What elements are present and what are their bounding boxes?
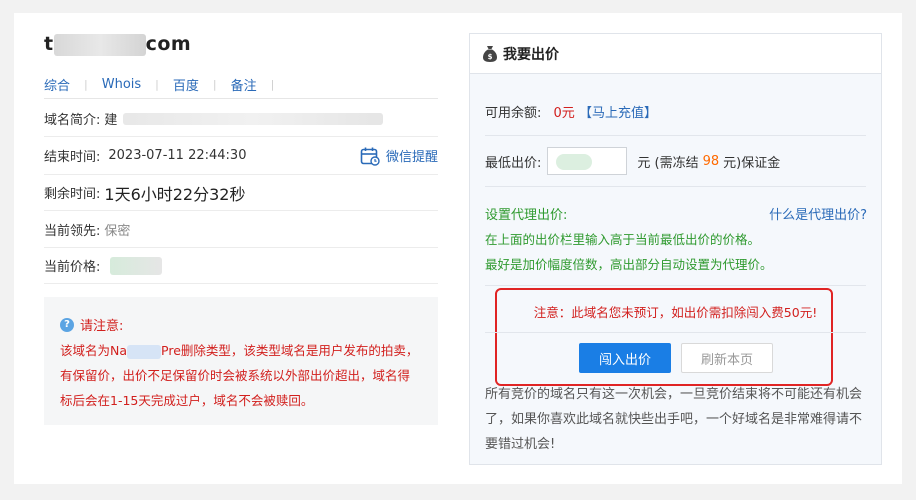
min-bid-line: 最低出价: 元 (需冻结 98 元)保证金 xyxy=(485,146,866,176)
notice-title: 请注意: xyxy=(80,319,124,334)
tab-overview[interactable]: 综合 xyxy=(44,75,70,94)
intro-label: 域名简介: xyxy=(44,113,101,128)
proxy-help-link[interactable]: 什么是代理出价? xyxy=(769,204,867,223)
bid-amount-input[interactable] xyxy=(547,147,628,175)
balance-label: 可用余额: xyxy=(485,106,542,121)
bid-panel: $ 我要出价 可用余额: 0元 【马上充值】 最低出价: 元 (需冻结 98 元… xyxy=(469,33,882,465)
wechat-reminder-button[interactable]: 微信提醒 xyxy=(360,146,438,166)
intro-value: 建 xyxy=(104,113,118,128)
row-leader: 当前领先: 保密 xyxy=(44,211,438,248)
balance-line: 可用余额: 0元 【马上充值】 xyxy=(485,102,866,121)
domain-tabs: 综合 | Whois | 百度 | 备注 | xyxy=(44,71,438,99)
auction-description: 所有竞价的域名只有这一次机会，一旦竞价结束将不可能还有机会了，如果你喜欢此域名就… xyxy=(485,387,863,452)
remaining-label: 剩余时间: xyxy=(44,187,101,202)
divider xyxy=(485,332,866,333)
intrusion-fee-warning: 注意：此域名您未预订，如出价需扣除闯入费50元! xyxy=(533,305,818,320)
intro-redacted xyxy=(123,112,384,125)
notice-body: 该域名为Na Pre删除类型，该类型域名是用户发布的拍卖，有保留价，出价不足保留价… xyxy=(60,338,422,413)
divider xyxy=(485,186,866,187)
recharge-link[interactable]: 【马上充值】 xyxy=(579,106,657,121)
row-remaining: 剩余时间: 1天6小时22分32秒 xyxy=(44,175,438,211)
notice-body-part1: 该域名为Na xyxy=(60,343,128,358)
refresh-button[interactable]: 刷新本页 xyxy=(681,343,773,373)
domain-name: t com xyxy=(44,33,191,56)
calendar-icon xyxy=(360,147,380,166)
remaining-value: 1天6小时22分32秒 xyxy=(104,184,246,204)
bid-button[interactable]: 闯入出价 xyxy=(579,343,671,373)
min-bid-unit: 元 (需冻结 xyxy=(637,155,699,171)
proxy-tip-1: 在上面的出价栏里输入高于当前最低出价的价格。 xyxy=(485,232,761,247)
wechat-reminder-label: 微信提醒 xyxy=(385,150,438,165)
notice-box: ? 请注意: 该域名为Na Pre删除类型，该类型域名是用户发布的拍卖，有保留价，… xyxy=(44,297,438,425)
freeze-amount: 98 xyxy=(702,153,720,169)
bid-input-redacted xyxy=(556,154,593,170)
end-time-value: 2023-07-11 22:44:30 xyxy=(108,148,247,163)
notice-redacted xyxy=(127,344,162,359)
deposit-suffix: 元)保证金 xyxy=(723,155,781,171)
leader-label: 当前领先: xyxy=(44,223,101,239)
leader-value: 保密 xyxy=(104,223,131,239)
bid-panel-header: $ 我要出价 xyxy=(470,34,881,74)
bid-panel-body: 可用余额: 0元 【马上充值】 最低出价: 元 (需冻结 98 元)保证金 设置… xyxy=(470,74,881,464)
nav-separator: | xyxy=(84,78,88,91)
svg-text:$: $ xyxy=(488,53,493,61)
end-time-label: 结束时间: xyxy=(44,150,101,165)
price-label: 当前价格: xyxy=(44,260,101,275)
balance-value: 0元 xyxy=(553,106,575,121)
nav-separator: | xyxy=(155,78,159,91)
tab-whois[interactable]: Whois xyxy=(102,77,141,92)
domain-prefix: t xyxy=(44,33,54,55)
tab-baidu[interactable]: 百度 xyxy=(173,75,199,94)
divider xyxy=(485,135,866,136)
question-icon: ? xyxy=(60,317,74,332)
min-bid-label: 最低出价: xyxy=(485,155,542,171)
proxy-tip-2: 最好是加价幅度倍数，高出部分自动设置为代理价。 xyxy=(485,257,773,272)
domain-redacted xyxy=(53,33,146,56)
price-redacted xyxy=(110,256,163,275)
nav-separator: | xyxy=(212,78,217,91)
nav-separator: | xyxy=(270,78,275,91)
notice-header: ? 请注意: xyxy=(60,315,422,334)
row-end-time: 结束时间: 2023-07-11 22:44:30 微信提醒 xyxy=(44,137,438,175)
tab-notes[interactable]: 备注 xyxy=(231,75,257,94)
row-price: 当前价格: xyxy=(44,248,438,284)
money-bag-icon: $ xyxy=(483,45,497,62)
auction-card: t com 综合 | Whois | 百度 | 备注 | 域名简介: 建 结束时间: 20… xyxy=(14,13,902,484)
divider xyxy=(485,285,866,286)
row-intro: 域名简介: 建 xyxy=(44,101,438,137)
domain-suffix: com xyxy=(145,33,192,55)
bid-panel-title: 我要出价 xyxy=(503,46,559,63)
